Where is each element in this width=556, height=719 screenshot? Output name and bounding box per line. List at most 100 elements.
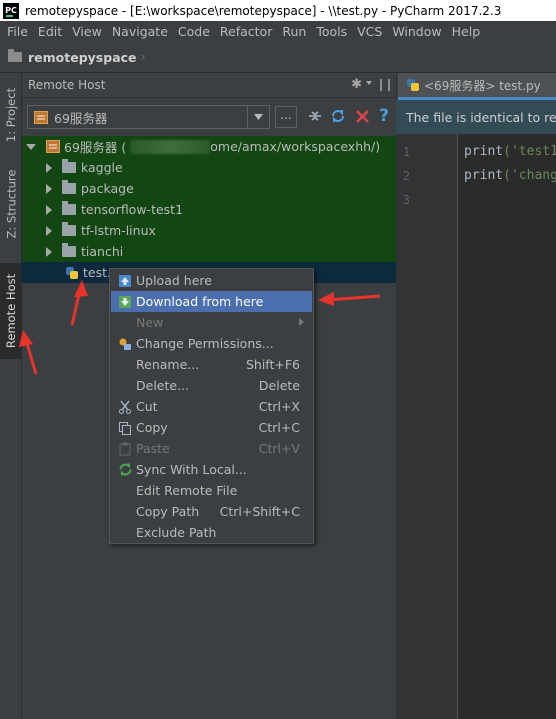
collapsed-arrow-icon[interactable]: [46, 204, 52, 215]
pycharm-logo-icon: PC: [3, 2, 19, 19]
menu-item-shortcut: Ctrl+X: [258, 399, 300, 414]
menu-item-copy-path[interactable]: Copy Path Ctrl+Shift+C: [111, 501, 312, 522]
editor-tab-bar: <69服务器> test.py: [396, 73, 556, 100]
collapsed-arrow-icon[interactable]: [46, 162, 52, 173]
redacted-path: [130, 139, 211, 154]
tool-tab-project[interactable]: 1: Project: [0, 79, 22, 151]
help-icon[interactable]: ?: [374, 106, 394, 126]
project-folder-icon: [8, 49, 22, 62]
menu-item-label: Copy: [136, 420, 168, 435]
menu-item-sync-with-local[interactable]: Sync With Local...: [111, 459, 312, 480]
tool-tab-remote-host[interactable]: Remote Host: [0, 263, 22, 359]
menu-vcs[interactable]: VCS: [352, 21, 387, 42]
tree-folder-row[interactable]: tianchi: [22, 241, 396, 262]
menu-tools[interactable]: Tools: [311, 21, 352, 42]
menu-item-label: Rename...: [136, 357, 200, 372]
menu-bar: File Edit View Navigate Code Refactor Ru…: [0, 21, 556, 42]
close-icon[interactable]: [352, 106, 372, 126]
menu-refactor[interactable]: Refactor: [215, 21, 277, 42]
menu-item-label: Download from here: [136, 294, 264, 309]
expand-arrow-icon[interactable]: [26, 143, 36, 150]
menu-item-new[interactable]: New: [111, 312, 312, 333]
permissions-icon: [115, 333, 135, 354]
menu-item-delete[interactable]: Delete... Delete: [111, 375, 312, 396]
tree-folder-row[interactable]: kaggle: [22, 157, 396, 178]
tree-folder-row[interactable]: tf-lstm-linux: [22, 220, 396, 241]
menu-item-label: Paste: [136, 441, 170, 456]
breadcrumb-chevron: ›: [140, 49, 146, 65]
menu-item-label: Cut: [136, 399, 158, 414]
menu-item-shortcut: Ctrl+V: [258, 441, 300, 456]
menu-item-label: Delete...: [136, 378, 189, 393]
menu-item-edit-remote-file[interactable]: Edit Remote File: [111, 480, 312, 501]
menu-item-cut[interactable]: Cut Ctrl+X: [111, 396, 312, 417]
python-file-icon: [406, 78, 420, 92]
settings-icon[interactable]: ✱: [351, 77, 362, 92]
collapsed-arrow-icon[interactable]: [46, 183, 52, 194]
navigation-bar: remotepyspace ›: [0, 42, 556, 73]
menu-view[interactable]: View: [67, 21, 107, 42]
menu-item-label: Copy Path: [136, 504, 200, 519]
editor-tab-test-py[interactable]: <69服务器> test.py: [398, 73, 556, 100]
folder-icon: [62, 180, 76, 194]
tree-root-path: ome/amax/workspacexhh/): [210, 139, 381, 154]
menu-edit[interactable]: Edit: [33, 21, 67, 42]
menu-item-copy[interactable]: Copy Ctrl+C: [111, 417, 312, 438]
tree-folder-label: tf-lstm-linux: [81, 223, 156, 238]
menu-code[interactable]: Code: [173, 21, 215, 42]
code-argument: ('test1: [503, 144, 556, 159]
menu-item-label: New: [136, 315, 164, 330]
menu-window[interactable]: Window: [387, 21, 446, 42]
server-select[interactable]: 69服务器: [27, 105, 270, 129]
collapsed-arrow-icon[interactable]: [46, 246, 52, 257]
folder-icon: [62, 159, 76, 173]
menu-file[interactable]: File: [2, 21, 33, 42]
left-tool-stripe: 1: Project Z: Structure Remote Host: [0, 73, 22, 719]
breadcrumb-project[interactable]: remotepyspace: [28, 50, 137, 65]
tree-root-label: 69服务器 (: [64, 140, 127, 155]
menu-item-paste[interactable]: Paste Ctrl+V: [111, 438, 312, 459]
chevron-down-icon[interactable]: [247, 106, 269, 128]
download-icon: [115, 291, 135, 312]
settings-dropdown-icon[interactable]: [366, 81, 372, 85]
submenu-arrow-icon: [299, 318, 304, 326]
menu-item-rename[interactable]: Rename... Shift+F6: [111, 354, 312, 375]
line-number: 3: [402, 193, 410, 207]
tree-folder-label: kaggle: [81, 160, 123, 175]
menu-item-upload-here[interactable]: Upload here: [111, 270, 312, 291]
menu-run[interactable]: Run: [277, 21, 311, 42]
collapse-icon[interactable]: [305, 106, 325, 126]
code-line: print('chang: [464, 168, 556, 183]
tool-tab-remote-host-label: Remote Host: [4, 273, 18, 349]
editor-notification-banner: The file is identical to rem: [396, 100, 556, 134]
menu-navigate[interactable]: Navigate: [107, 21, 173, 42]
menu-item-download-from-here[interactable]: Download from here: [111, 291, 312, 312]
upload-icon: [115, 270, 135, 291]
window-title: remotepyspace - [E:\workspace\remotepysp…: [25, 3, 502, 18]
tree-folder-row[interactable]: package: [22, 178, 396, 199]
tree-folder-row[interactable]: tensorflow-test1: [22, 199, 396, 220]
scissors-icon: [115, 396, 135, 417]
tree-root-server[interactable]: 69服务器 ( ome/amax/workspacexhh/): [22, 136, 396, 157]
edit-servers-button[interactable]: ...: [275, 106, 297, 128]
remote-host-toolbar: 69服务器 ... ?: [22, 98, 396, 136]
menu-item-label: Upload here: [136, 273, 212, 288]
tool-tab-structure[interactable]: Z: Structure: [0, 159, 22, 249]
code-editor[interactable]: print ('test1 print('chang: [458, 134, 556, 719]
menu-item-label: Exclude Path: [136, 525, 217, 540]
paste-icon: [115, 438, 135, 459]
folder-icon: [62, 243, 76, 257]
folder-icon: [62, 201, 76, 215]
code-function: print: [464, 168, 504, 183]
menu-item-exclude-path[interactable]: Exclude Path: [111, 522, 312, 543]
tree-folder-label: tensorflow-test1: [81, 202, 184, 217]
code-argument: ('chang: [503, 168, 556, 183]
editor-notice-text: The file is identical to rem: [406, 109, 556, 125]
refresh-icon[interactable]: [328, 106, 348, 126]
menu-item-shortcut: Delete: [258, 378, 300, 393]
menu-item-change-permissions[interactable]: Change Permissions...: [111, 333, 312, 354]
panel-title: Remote Host: [28, 78, 106, 92]
collapsed-arrow-icon[interactable]: [46, 225, 52, 236]
menu-help[interactable]: Help: [447, 21, 486, 42]
pin-icon[interactable]: [380, 79, 390, 91]
